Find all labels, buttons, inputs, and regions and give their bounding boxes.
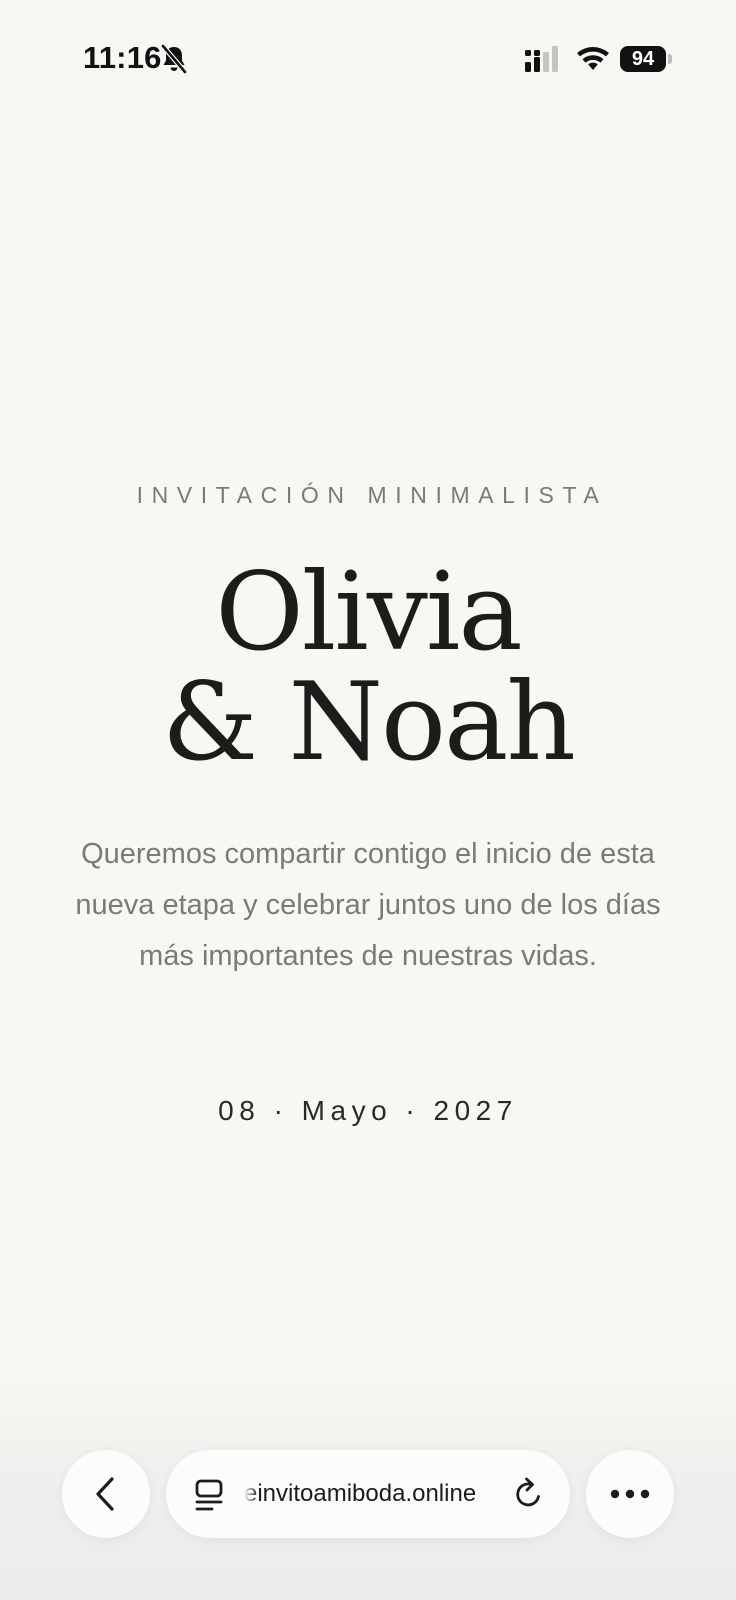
reload-icon[interactable] [512,1476,546,1512]
battery-level: 94 [620,46,666,72]
wifi-icon [577,47,609,70]
tabs-icon[interactable] [194,1478,226,1512]
address-bar[interactable]: einvitoamiboda.online [166,1450,570,1538]
chevron-left-icon [96,1477,114,1511]
more-button[interactable] [586,1450,674,1538]
name-line-2: & Noah [162,660,576,785]
bell-slash-icon [161,44,187,74]
couple-names: Olivia & Noah [0,558,736,778]
invitation-eyebrow: INVITACIÓN MINIMALISTA [136,482,608,508]
url-text[interactable]: einvitoamiboda.online [244,1478,504,1510]
more-icon [610,1489,650,1499]
name-line-1: Olivia [215,550,523,675]
wedding-date: 08 · Mayo · 2027 [218,1095,518,1126]
cellular-signal-icon [525,46,558,72]
status-bar: 11:16 94 [0,0,736,120]
invitation-description: Queremos compartir contigo el inicio de … [75,838,661,972]
status-time: 11:16 [83,40,162,75]
battery-cap [668,54,672,64]
back-button[interactable] [62,1450,150,1538]
battery-icon: 94 [620,46,672,72]
